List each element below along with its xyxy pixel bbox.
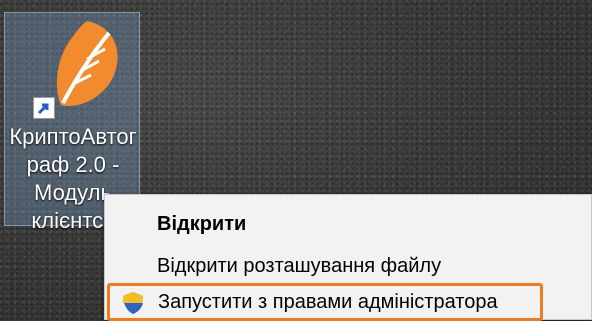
- shortcut-arrow-icon: [33, 97, 55, 119]
- kryptoavtograf-logo-icon: [56, 21, 118, 106]
- menu-item-open-file-location[interactable]: Відкрити розташування файлу: [105, 247, 591, 285]
- menu-item-open[interactable]: Відкрити: [105, 205, 591, 243]
- menu-item-run-as-administrator[interactable]: Запустити з правами адміністратора: [107, 283, 543, 321]
- uac-shield-icon: [123, 292, 143, 314]
- context-menu: Відкрити Відкрити розташування файлу Зап…: [104, 194, 592, 321]
